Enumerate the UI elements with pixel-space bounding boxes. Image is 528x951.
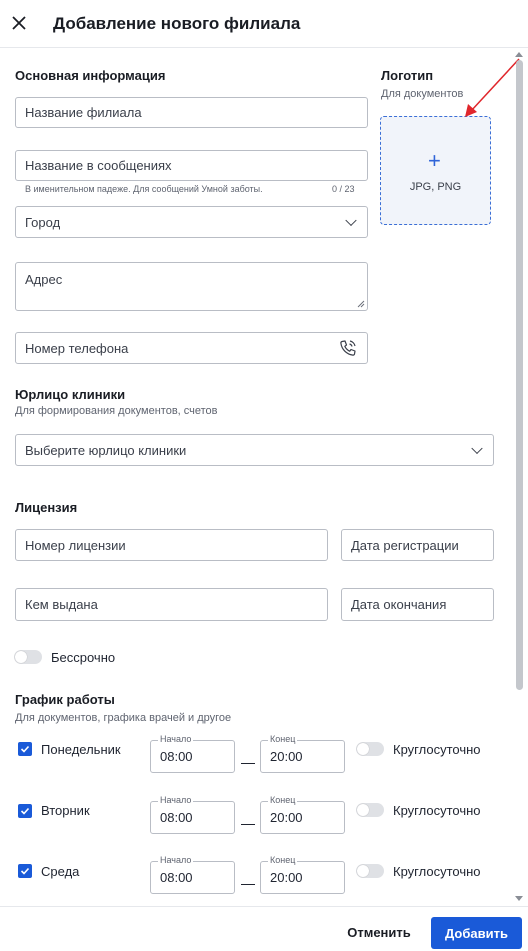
checkmark-icon [20, 867, 30, 875]
schedule-subtitle: Для документов, графика врачей и другое [15, 712, 232, 724]
scrollbar-thumb[interactable] [516, 60, 523, 690]
registration-date-placeholder: Дата регистрации [351, 537, 459, 553]
legal-entity-select[interactable]: Выберите юрлицо клиники [15, 434, 494, 466]
license-number-placeholder: Номер лицензии [25, 537, 126, 553]
close-icon[interactable] [10, 14, 28, 32]
start-label: Начало [158, 795, 194, 805]
wednesday-end-time[interactable]: Конец 20:00 [260, 855, 345, 894]
branch-name-placeholder: Название филиала [25, 105, 142, 120]
checkmark-icon [20, 807, 30, 815]
monday-start-time[interactable]: Начало 08:00 [150, 734, 235, 773]
phone-placeholder: Номер телефона [25, 340, 129, 356]
registration-date-input[interactable]: Дата регистрации [341, 529, 494, 561]
address-placeholder: Адрес [25, 272, 63, 287]
message-name-counter: 0 / 23 [332, 184, 355, 194]
scroll-up-icon[interactable] [515, 52, 523, 57]
chevron-down-icon [471, 442, 483, 455]
tuesday-end-time[interactable]: Конец 20:00 [260, 795, 345, 834]
end-value: 20:00 [270, 810, 303, 825]
tuesday-start-time[interactable]: Начало 08:00 [150, 795, 235, 834]
cancel-button[interactable]: Отменить [339, 917, 419, 947]
checkmark-icon [20, 745, 30, 753]
message-name-placeholder: Название в сообщениях [25, 158, 172, 173]
logo-subtitle: Для документов [381, 88, 464, 100]
end-label: Конец [268, 855, 298, 865]
around-clock-label: Круглосуточно [393, 864, 481, 879]
time-range-dash [241, 884, 255, 885]
wednesday-start-time[interactable]: Начало 08:00 [150, 855, 235, 894]
day-label-wednesday: Среда [41, 864, 80, 879]
tuesday-checkbox[interactable] [18, 804, 32, 818]
license-heading: Лицензия [15, 500, 78, 515]
logo-heading: Логотип [381, 68, 434, 83]
end-value: 20:00 [270, 870, 303, 885]
chevron-down-icon [345, 214, 357, 227]
unlimited-label: Бессрочно [51, 650, 116, 665]
wednesday-around-clock-toggle[interactable] [356, 864, 384, 878]
tuesday-around-clock-toggle[interactable] [356, 803, 384, 817]
dialog-header: Добавление нового филиала [0, 0, 528, 48]
around-clock-label: Круглосуточно [393, 742, 481, 757]
logo-formats: JPG, PNG [409, 181, 462, 193]
message-name-hint: В именительном падеже. Для сообщений Умн… [25, 184, 263, 194]
monday-around-clock-toggle[interactable] [356, 742, 384, 756]
monday-checkbox[interactable] [18, 742, 32, 756]
end-label: Конец [268, 795, 298, 805]
main-info-heading: Основная информация [15, 68, 166, 83]
start-label: Начало [158, 734, 194, 744]
expiry-date-input[interactable]: Дата окончания [341, 588, 494, 621]
plus-icon: + [428, 148, 441, 173]
logo-upload-dropzone[interactable]: + JPG, PNG [380, 116, 491, 225]
legal-entity-placeholder: Выберите юрлицо клиники [25, 442, 187, 458]
expiry-date-placeholder: Дата окончания [351, 597, 447, 612]
day-label-monday: Понедельник [41, 742, 121, 757]
license-number-input[interactable]: Номер лицензии [15, 529, 328, 561]
add-button[interactable]: Добавить [431, 917, 522, 949]
address-textarea[interactable]: Адрес [15, 262, 368, 311]
monday-end-time[interactable]: Конец 20:00 [260, 734, 345, 773]
start-label: Начало [158, 855, 194, 865]
day-label-tuesday: Вторник [41, 803, 90, 818]
issued-by-input[interactable]: Кем выдана [15, 588, 328, 621]
end-value: 20:00 [270, 749, 303, 764]
scroll-down-icon[interactable] [515, 896, 523, 901]
unlimited-toggle[interactable] [14, 650, 42, 664]
city-placeholder: Город [25, 214, 61, 230]
end-label: Конец [268, 734, 298, 744]
legal-heading: Юрлицо клиники [15, 387, 126, 402]
start-value: 08:00 [160, 749, 193, 764]
legal-subtitle: Для формирования документов, счетов [15, 405, 218, 417]
start-value: 08:00 [160, 870, 193, 885]
resize-handle-icon[interactable] [357, 300, 365, 308]
schedule-heading: График работы [15, 692, 115, 707]
phone-input[interactable]: Номер телефона [15, 332, 368, 364]
time-range-dash [241, 763, 255, 764]
issued-by-placeholder: Кем выдана [25, 597, 98, 612]
wednesday-checkbox[interactable] [18, 864, 32, 878]
city-select[interactable]: Город [15, 206, 368, 238]
branch-name-input[interactable]: Название филиала [15, 97, 368, 128]
time-range-dash [241, 824, 255, 825]
phone-call-icon [340, 340, 356, 356]
around-clock-label: Круглосуточно [393, 803, 481, 818]
message-name-input[interactable]: Название в сообщениях [15, 150, 368, 181]
dialog-title: Добавление нового филиала [53, 14, 301, 33]
start-value: 08:00 [160, 810, 193, 825]
